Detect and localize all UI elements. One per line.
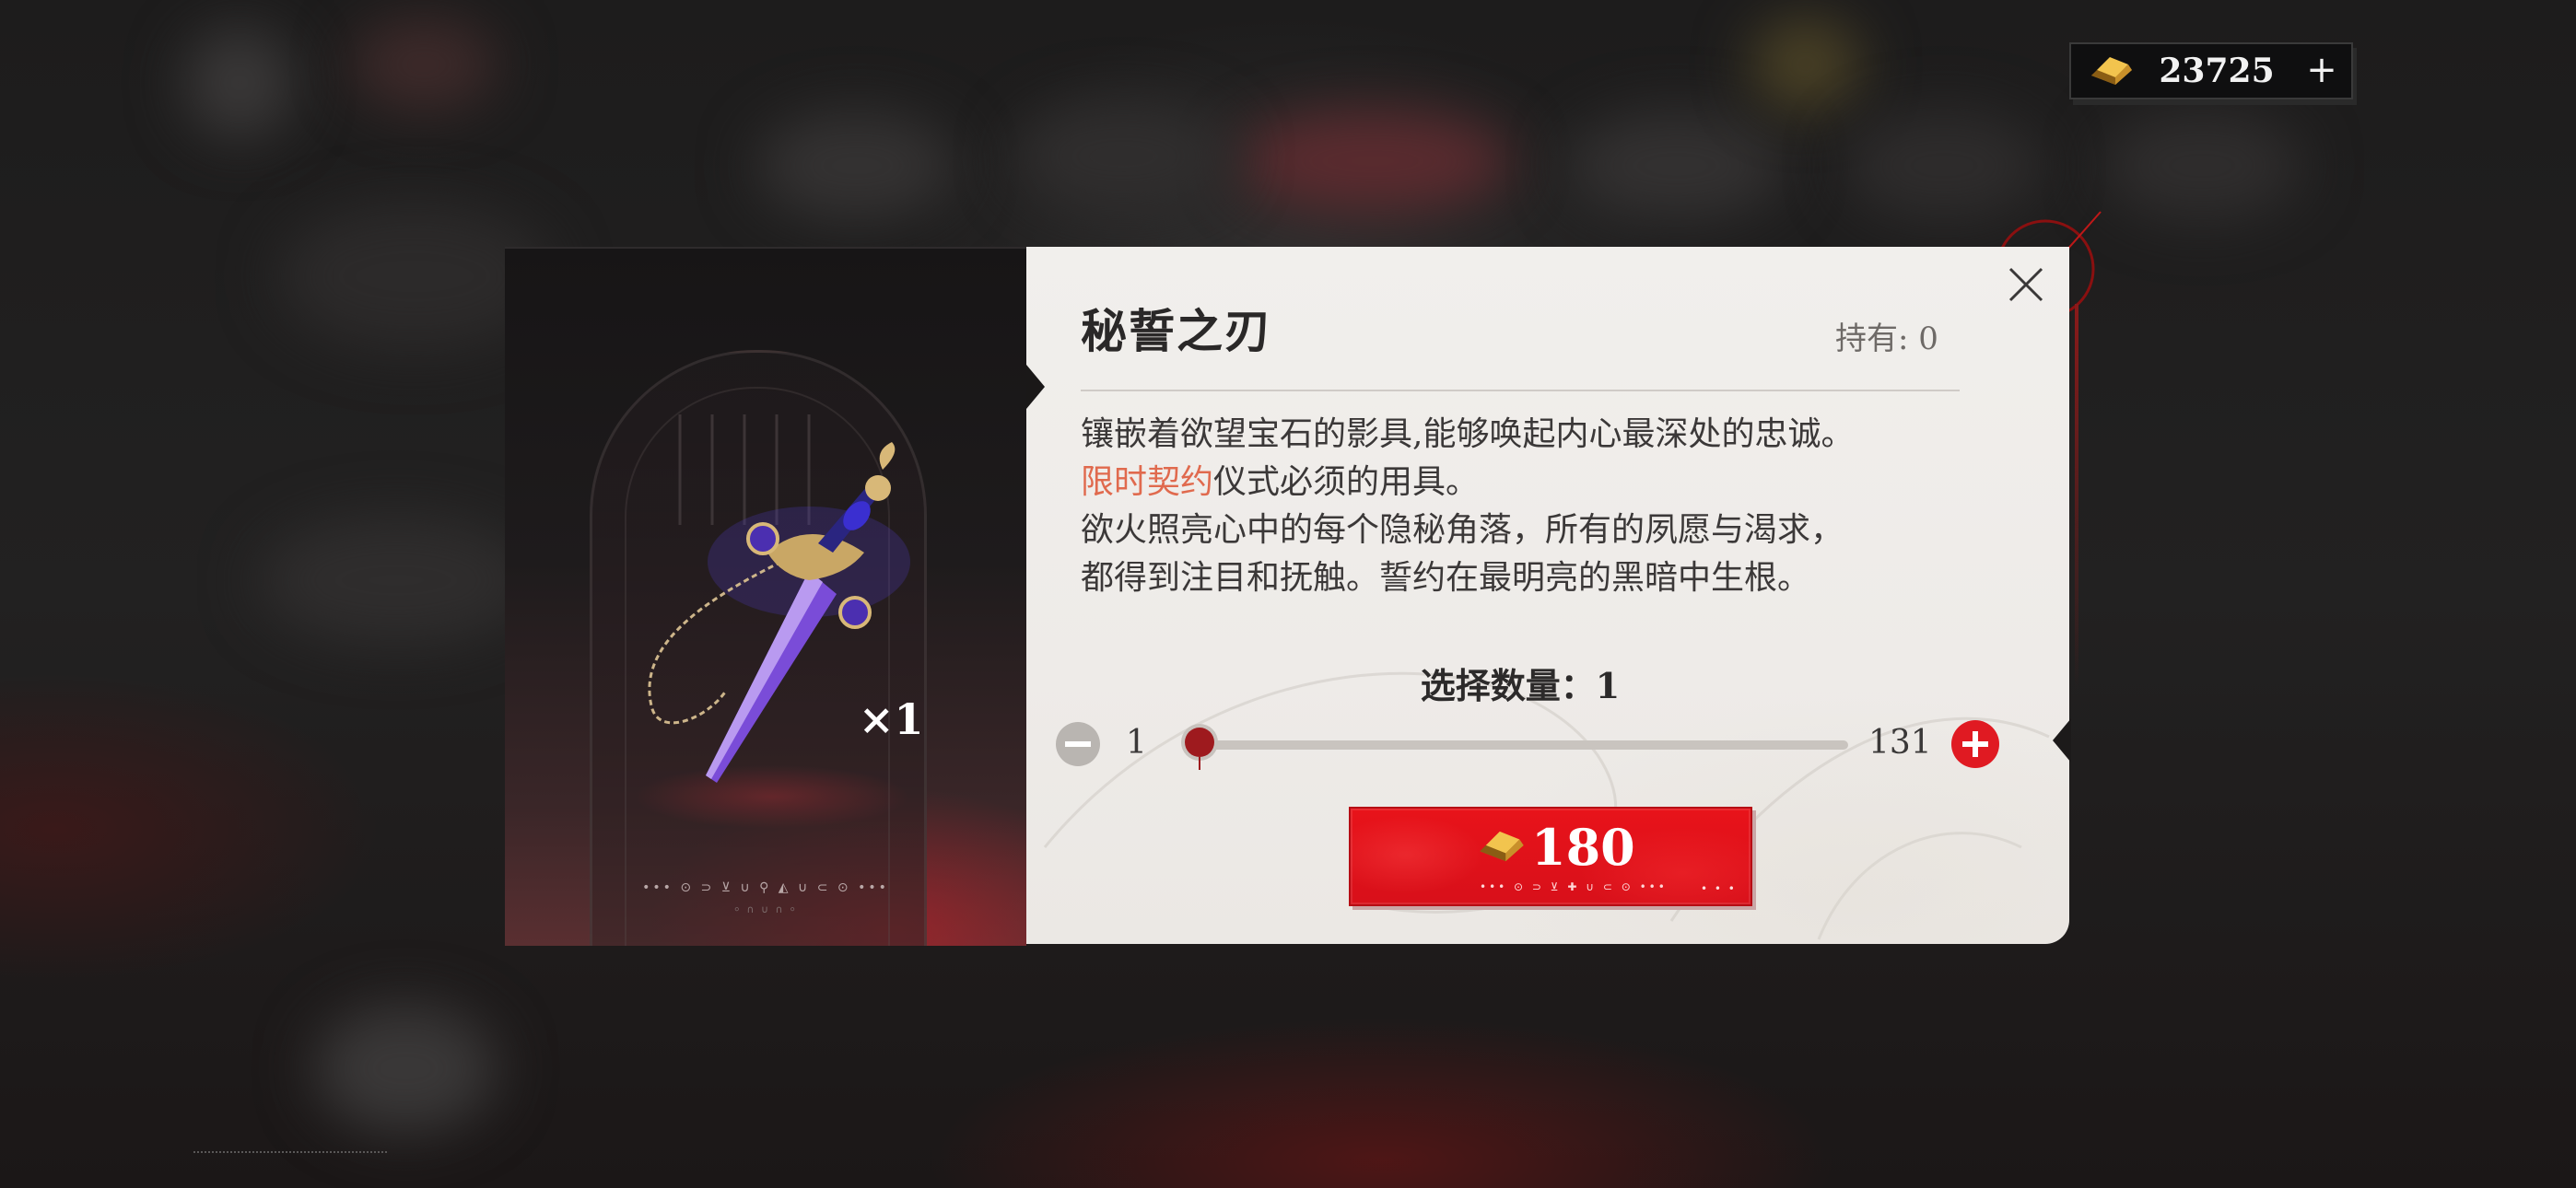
button-rune-decoration: ••• ⊙ ⊃ ⊻ ✚ ∪ ⊂ ⊙ •••: [1480, 880, 1668, 893]
footer-decoration: [193, 1151, 387, 1159]
purchase-price: 180: [1531, 818, 1635, 877]
close-icon[interactable]: [2005, 263, 2047, 306]
item-description: 镶嵌着欲望宝石的影具,能够唤起内心最深处的忠诚。 限时契约仪式必须的用具。 欲火…: [1081, 411, 2011, 602]
background-blur: [258, 516, 534, 645]
quantity-slider-handle[interactable]: [1179, 722, 1220, 770]
select-quantity-label: 选择数量：1: [1420, 665, 1621, 706]
quantity-slider-track[interactable]: [1188, 740, 1848, 750]
gold-ingot-icon: [2091, 57, 2132, 85]
item-artwork-panel: ×1 ••• ⊙ ⊃ ⊻ ∪ ⚲ ◭ ∪ ⊂ ⊙ ••• ⸰ ∩ ∪ ∩ ⸰: [505, 247, 1026, 946]
increase-quantity-button[interactable]: [1950, 718, 2001, 770]
description-line: 都得到注目和抚触。誓约在最明亮的黑暗中生根。: [1081, 559, 1811, 597]
description-line: 限时契约仪式必须的用具。: [1081, 459, 2011, 507]
title-divider: [1081, 390, 1960, 391]
quantity-min: 1: [1126, 724, 1147, 762]
panel-notch: [1026, 365, 1045, 409]
description-line: 镶嵌着欲望宝石的影具,能够唤起内心最深处的忠诚。: [1081, 415, 1855, 453]
rune-decoration: ••• ⊙ ⊃ ⊻ ∪ ⚲ ◭ ∪ ⊂ ⊙ •••: [642, 880, 889, 895]
background-blur: [184, 28, 295, 138]
description-line: 欲火照亮心中的每个隐秘角落，所有的夙愿与渴求，: [1081, 511, 1844, 549]
add-currency-button[interactable]: +: [2303, 48, 2340, 94]
background-blur: [350, 18, 498, 111]
background-blur: [313, 1004, 498, 1133]
gold-ingot-icon: [1480, 831, 1524, 862]
background-blur: [1751, 18, 1861, 111]
game-screen: 23725 + ×1 ••• ⊙ ⊃ ⊻ ∪ ⚲ ◭ ∪ ⊂ ⊙ ••• ⸰ ∩…: [0, 0, 2576, 1188]
item-quantity-badge: ×1: [859, 694, 924, 744]
description-text: 仪式必须的用具。: [1213, 463, 1480, 501]
button-dots-decoration: • • •: [1701, 882, 1737, 895]
item-title: 秘誓之刃: [1081, 304, 1272, 358]
rune-decoration-small: ⸰ ∩ ∪ ∩ ⸰: [733, 903, 798, 915]
currency-amount: 23725: [2159, 52, 2275, 90]
quantity-max: 131: [1868, 724, 1932, 762]
background-blur: [2101, 111, 2303, 221]
owned-count: 持有: 0: [1835, 320, 1938, 357]
background-blur: [1013, 101, 1235, 212]
background-blur: [755, 111, 958, 221]
background-blur: [1235, 111, 1511, 212]
decrease-quantity-button[interactable]: [1054, 720, 1102, 768]
purchase-button[interactable]: 180 ••• ⊙ ⊃ ⊻ ✚ ∪ ⊂ ⊙ ••• • • •: [1349, 807, 1752, 906]
currency-display: 23725 +: [2069, 42, 2353, 99]
limited-contract-highlight: 限时契约: [1081, 463, 1214, 501]
red-line-decoration: [2075, 304, 2078, 691]
background-blur: [1566, 111, 1787, 221]
